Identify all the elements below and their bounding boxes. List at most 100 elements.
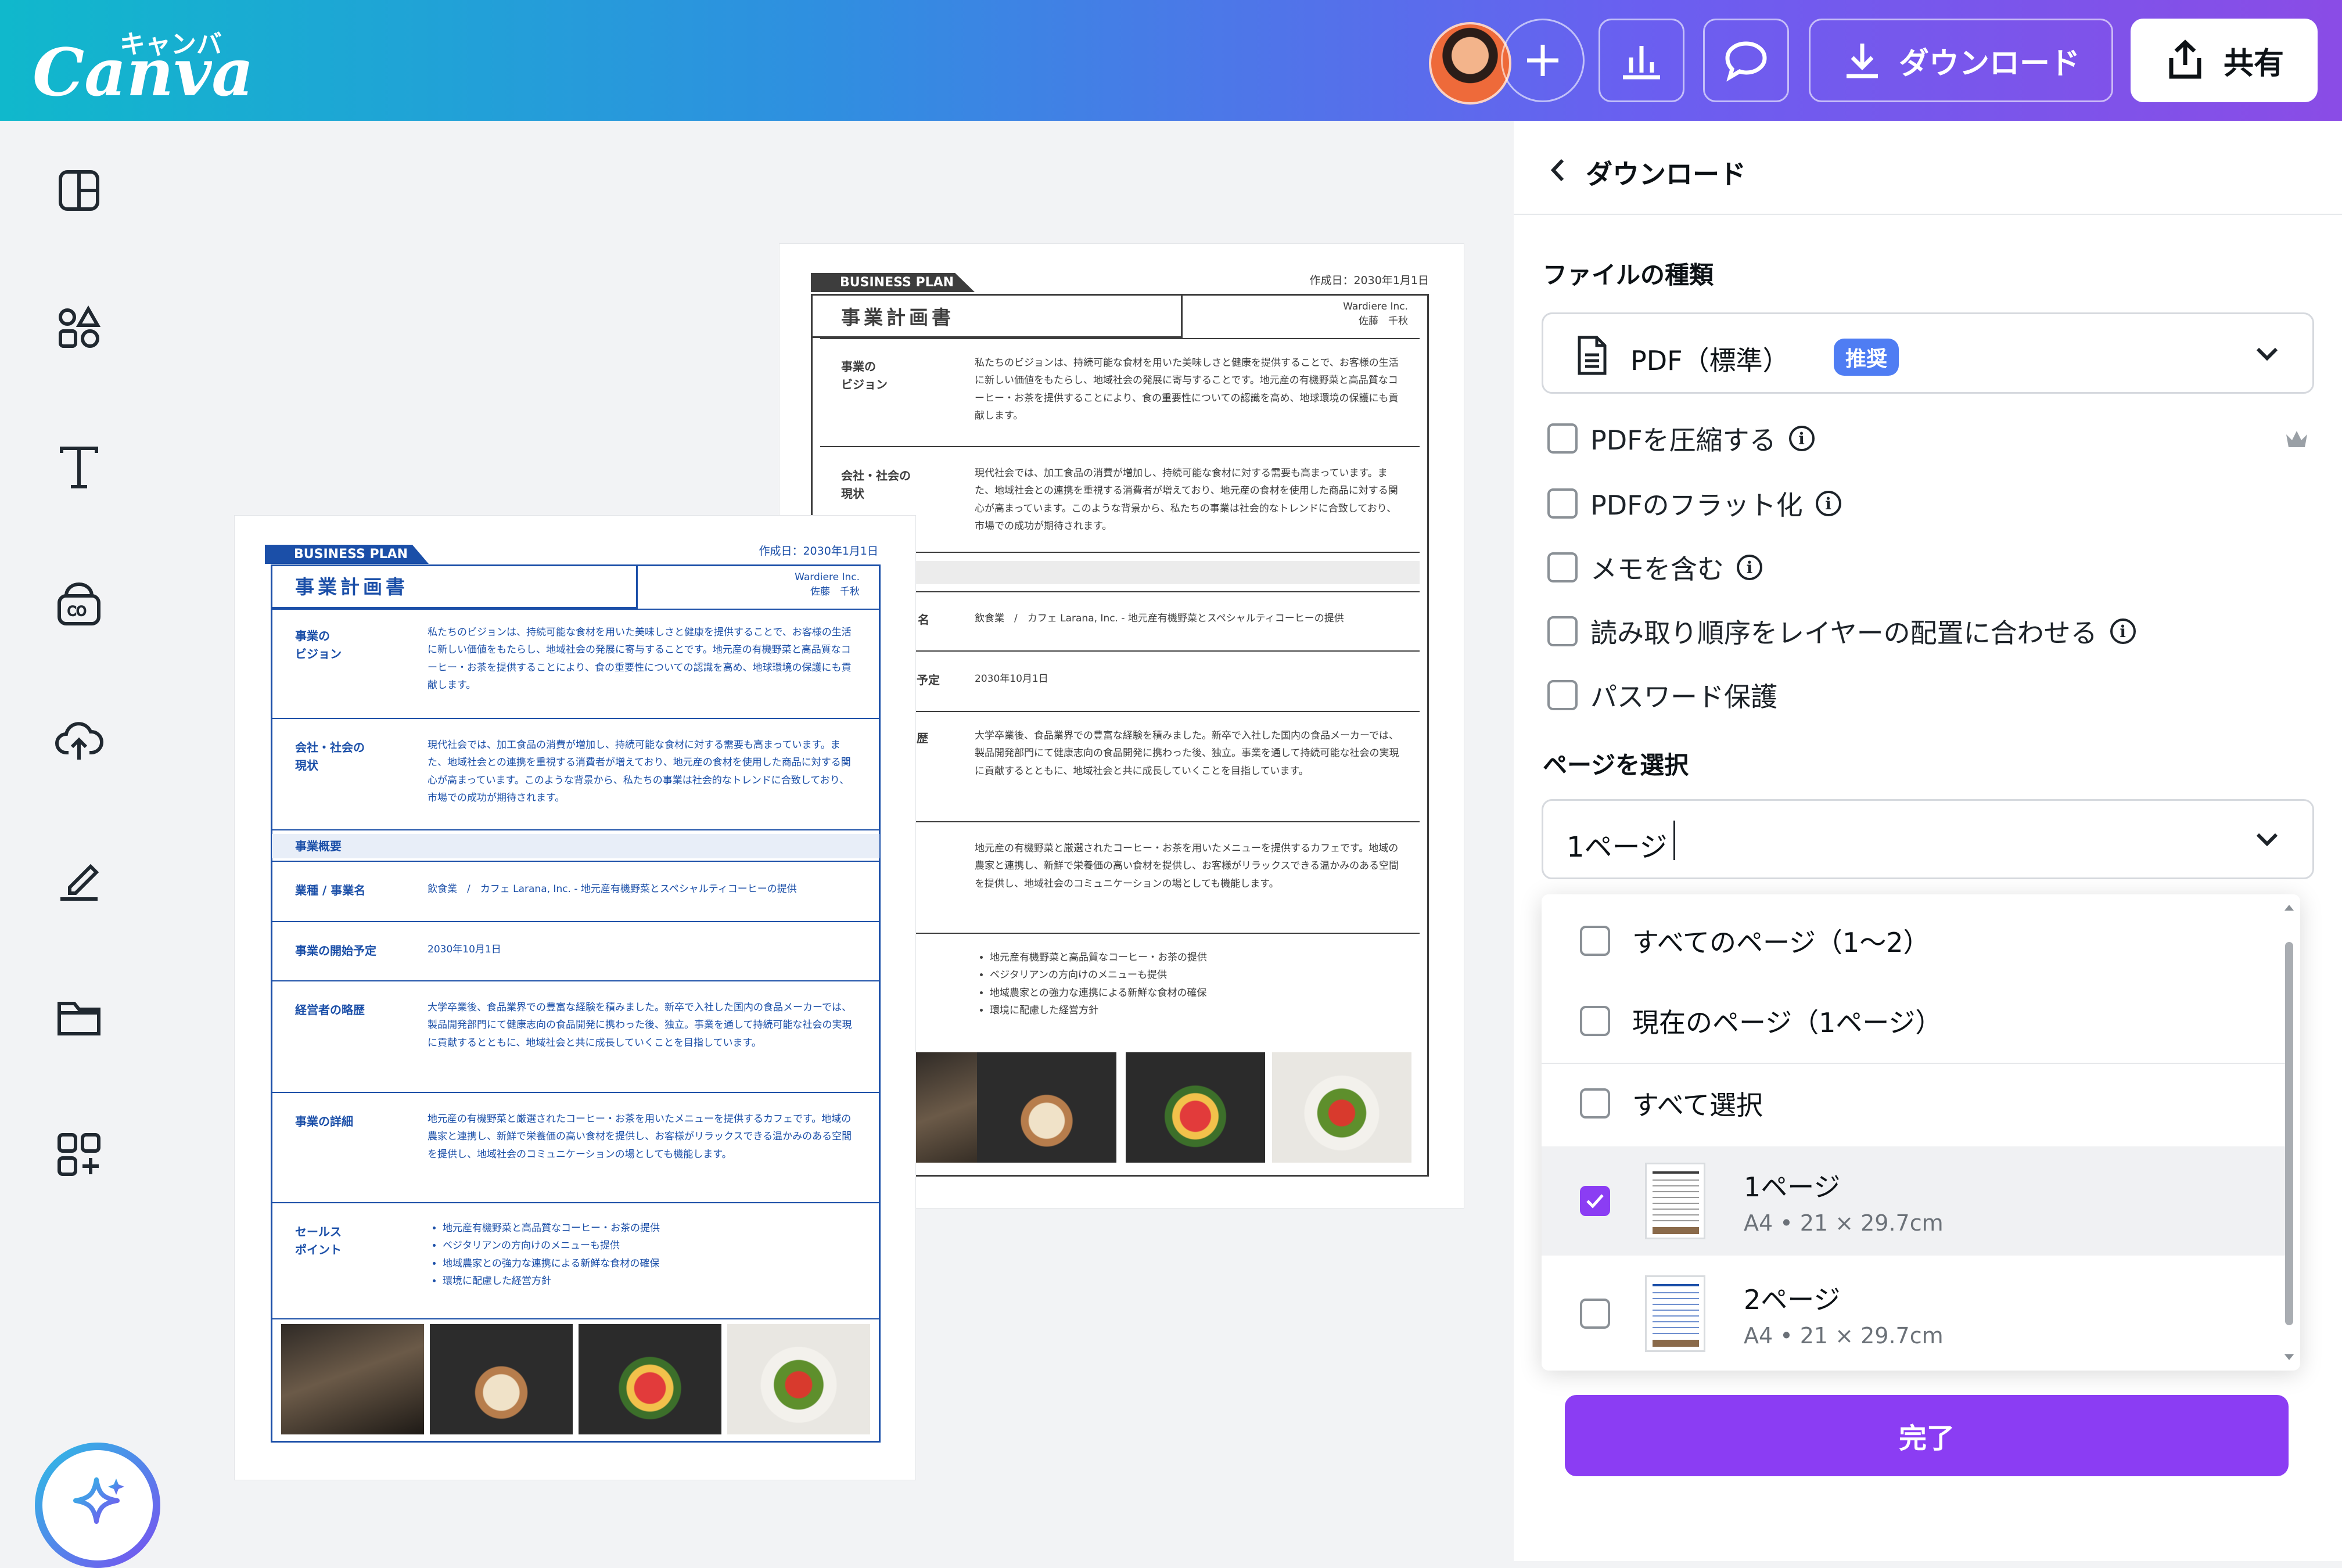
doc-company: Wardiere Inc. 佐藤 千秋 [795,570,860,599]
add-collaborator-button[interactable] [1501,19,1585,102]
file-type-select[interactable]: PDF（標準） 推奨 [1542,312,2314,394]
page-item-2[interactable]: 2ページ A4 • 21 × 29.7cm [1542,1259,2285,1368]
option-select-all[interactable]: すべて選択 [1542,1072,2285,1135]
svg-text:CO: CO [67,605,87,619]
scroll-up-arrow-icon[interactable] [2283,901,2296,914]
doc-date: 作成日：2030年1月1日 [1309,274,1429,287]
doc-company: Wardiere Inc. 佐藤 千秋 [1343,300,1408,328]
business-text: 飲食業 / カフェ Larana, Inc. - 地元産有機野菜とスペシャルティ… [428,883,797,895]
vision-text: 私たちのビジョンは、持続可能な食材を用いた美味しさと健康を提供することで、お客様… [975,357,1399,422]
page-select-value: 1ページ [1567,831,1668,864]
brand-icon[interactable]: CO [52,577,106,631]
share-upload-icon [2169,39,2201,79]
details-label: 事業の詳細 [295,1114,353,1128]
option-label: 読み取り順序をレイヤーの配置に合わせる [1590,617,2097,649]
scrollbar[interactable] [2283,901,2296,1364]
divider [820,338,1420,339]
social-label: 会社・社会の 現状 [295,740,365,772]
company-name: Wardiere Inc. [795,571,860,583]
vision-label: 事業の ビジョン [841,359,888,391]
chevron-left-icon[interactable] [1546,156,1569,185]
scrollbar-thumb[interactable] [2285,942,2293,1325]
panel-header: ダウンロード [1514,121,2342,215]
option-label: すべて選択 [1632,1089,1763,1121]
doc-title: 事業計画書 [841,306,954,329]
logo-wordmark: Canva [33,35,254,111]
page-size: A4 • 21 × 29.7cm [1744,1210,1944,1236]
done-button[interactable]: 完了 [1565,1395,2289,1476]
page-dropdown: すべてのページ（1〜2） 現在のページ（1ページ） すべて選択 1ページ A4 … [1542,894,2300,1371]
divider [271,921,881,922]
draw-icon[interactable] [52,853,106,906]
page-item-1[interactable]: 1ページ A4 • 21 × 29.7cm [1542,1146,2285,1256]
history-label-cut: 歴 [917,731,928,745]
insights-button[interactable] [1599,19,1684,102]
separator [1542,1063,2285,1064]
magic-assistant-button[interactable] [35,1443,160,1568]
cloud-upload-icon[interactable] [52,713,106,767]
text-icon[interactable] [52,440,106,494]
sales-point: 環境に配慮した経営方針 [990,1002,1207,1019]
option-include-notes[interactable]: メモを含む i [1547,548,1762,587]
download-button-label: ダウンロード [1898,46,2080,81]
smoothie-photo [1126,1052,1265,1163]
author-name: 佐藤 千秋 [810,585,860,598]
checkbox-checked[interactable] [1580,1186,1610,1216]
option-password[interactable]: パスワード保護 [1547,676,1777,714]
business-plan-tag: BUSINESS PLAN [811,273,975,292]
page-thumbnail [1645,1275,1705,1352]
done-button-label: 完了 [1898,1422,1955,1455]
doc-title: 事業計画書 [295,576,408,598]
share-button[interactable]: 共有 [2131,19,2318,102]
checkbox[interactable] [1547,488,1578,519]
page-size: A4 • 21 × 29.7cm [1744,1323,1944,1348]
cafe-interior-photo [281,1324,424,1434]
info-icon[interactable]: i [1737,555,1762,580]
info-icon[interactable]: i [1788,426,1815,451]
start-label-cut: 予定 [917,673,940,687]
checkbox[interactable] [1580,1006,1610,1036]
option-flatten-pdf[interactable]: PDFのフラット化 i [1547,484,1841,523]
document-page-front[interactable]: BUSINESS PLAN 作成日：2030年1月1日 事業計画書 Wardie… [235,516,915,1480]
option-all-pages[interactable]: すべてのページ（1〜2） [1542,909,2285,972]
check-icon [1586,1194,1604,1209]
option-reading-order[interactable]: 読み取り順序をレイヤーの配置に合わせる i [1547,612,2136,650]
checkbox[interactable] [1580,1088,1610,1119]
overview-band [272,834,879,858]
top-bar: キャンバ Canva ダウンロード 共有 [0,0,2342,121]
folder-icon[interactable] [52,990,106,1043]
option-compress-pdf[interactable]: PDFを圧縮する i [1547,419,1815,458]
apps-icon[interactable] [52,1128,106,1181]
scroll-down-arrow-icon[interactable] [2283,1351,2296,1364]
download-button[interactable]: ダウンロード [1809,19,2113,102]
file-type-label: ファイルの種類 [1543,261,1714,289]
document-icon [1578,336,1607,375]
divider [271,829,881,830]
social-text: 現代社会では、加工食品の消費が増加し、持続可能な食材に対する需要も高まっています… [975,467,1398,532]
info-icon[interactable]: i [2110,618,2136,644]
latte-photo [977,1052,1116,1163]
checkbox[interactable] [1580,1299,1610,1329]
checkbox[interactable] [1580,926,1610,956]
chevron-down-icon [2256,347,2278,361]
business-label-cut: 名 [918,613,929,627]
info-icon[interactable]: i [1815,491,1841,516]
start-label: 事業の開始予定 [295,944,376,958]
checkbox[interactable] [1547,423,1578,454]
comment-button[interactable] [1703,19,1789,102]
divider [271,1318,881,1319]
checkbox[interactable] [1547,616,1578,646]
bar-chart-icon [1623,46,1660,80]
doc-date: 作成日：2030年1月1日 [759,545,878,558]
sales-point: ベジタリアンの方向けのメニューも提供 [990,966,1207,984]
page-select[interactable]: 1ページ [1542,799,2314,879]
checkbox[interactable] [1547,552,1578,582]
divider [271,980,881,981]
elements-icon[interactable] [52,301,106,354]
option-current-page[interactable]: 現在のページ（1ページ） [1542,990,2285,1052]
design-layout-icon[interactable] [52,164,106,217]
chevron-down-icon [2256,833,2278,847]
checkbox[interactable] [1547,680,1578,710]
avatar[interactable] [1429,22,1511,105]
page-select-label: ページを選択 [1543,751,1689,779]
